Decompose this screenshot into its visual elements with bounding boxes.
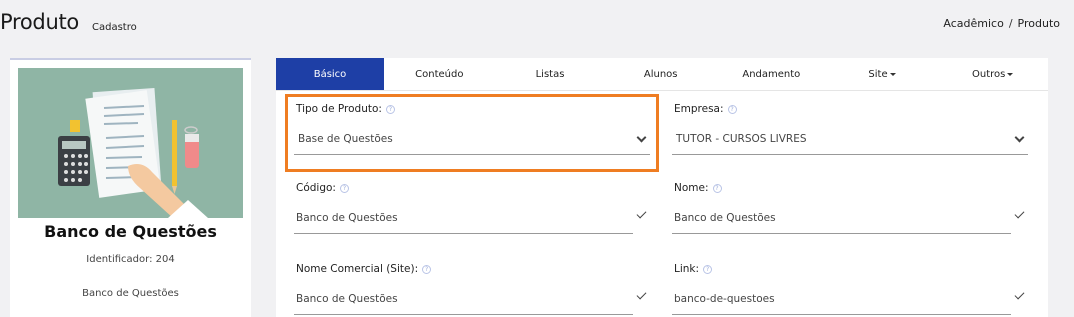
breadcrumb-academico[interactable]: Acadêmico — [943, 17, 1003, 30]
product-image — [18, 68, 243, 218]
tab-alunos[interactable]: Alunos — [605, 58, 716, 90]
tab-outros[interactable]: Outros — [937, 58, 1048, 90]
tab-label: Conteúdo — [415, 69, 464, 80]
help-icon[interactable]: ? — [703, 264, 713, 274]
caret-down-icon — [889, 72, 896, 76]
check-icon — [636, 208, 647, 219]
link-underline — [672, 314, 1011, 315]
tab-bar: Básico Conteúdo Listas Alunos Andamento … — [276, 58, 1048, 91]
form-panel: Básico Conteúdo Listas Alunos Andamento … — [276, 58, 1048, 317]
tab-label: Básico — [313, 69, 347, 80]
product-type-label: Banco de Questões — [82, 288, 179, 299]
page-subtitle: Cadastro — [92, 22, 137, 33]
tab-listas[interactable]: Listas — [495, 58, 606, 90]
nome-underline — [672, 233, 1011, 234]
caret-down-icon — [1007, 72, 1014, 76]
label-text: Código: — [296, 182, 336, 194]
help-icon[interactable]: ? — [727, 104, 737, 114]
highlight-box — [285, 94, 659, 172]
breadcrumb-separator: / — [1008, 17, 1013, 30]
tab-label: Site — [868, 69, 888, 80]
label-text: Nome Comercial (Site): — [296, 263, 419, 275]
tab-label: Outros — [972, 69, 1006, 80]
help-icon[interactable]: ? — [339, 183, 349, 193]
empresa-label: Empresa: ? — [674, 103, 737, 115]
nome-label: Nome: ? — [674, 182, 722, 194]
exam-illustration-icon — [58, 87, 208, 218]
tab-label: Andamento — [742, 69, 801, 80]
check-icon — [636, 289, 647, 300]
help-icon[interactable]: ? — [712, 183, 722, 193]
codigo-label: Código: ? — [296, 182, 349, 194]
nome-input[interactable]: Banco de Questões — [674, 212, 776, 224]
link-label: Link: ? — [674, 263, 713, 275]
product-card: Banco de Questões Identificador: 204 Ban… — [10, 58, 251, 317]
link-input[interactable]: banco-de-questoes — [674, 293, 775, 305]
nome-comercial-label: Nome Comercial (Site): ? — [296, 263, 432, 275]
nome-comercial-input[interactable]: Banco de Questões — [296, 293, 398, 305]
page-title: Produto — [0, 10, 79, 34]
label-text: Empresa: — [674, 103, 724, 115]
codigo-underline — [294, 233, 633, 234]
tab-andamento[interactable]: Andamento — [716, 58, 827, 90]
check-icon — [1014, 289, 1025, 300]
empresa-select[interactable]: TUTOR - CURSOS LIVRES — [676, 133, 807, 145]
chevron-down-icon[interactable] — [1014, 132, 1025, 143]
product-name: Banco de Questões — [44, 222, 217, 241]
tab-label: Listas — [535, 69, 565, 80]
nome-comercial-underline — [294, 314, 633, 315]
codigo-input[interactable]: Banco de Questões — [296, 212, 398, 224]
label-text: Nome: — [674, 182, 709, 194]
product-identifier: Identificador: 204 — [86, 254, 175, 265]
empresa-underline — [672, 154, 1028, 155]
tab-conteudo[interactable]: Conteúdo — [384, 58, 495, 90]
breadcrumb-produto: Produto — [1017, 17, 1060, 30]
tab-basico[interactable]: Básico — [276, 58, 384, 90]
tab-site[interactable]: Site — [827, 58, 938, 90]
tab-label: Alunos — [643, 69, 678, 80]
label-text: Link: — [674, 263, 700, 275]
help-icon[interactable]: ? — [422, 264, 432, 274]
check-icon — [1014, 208, 1025, 219]
breadcrumb: Acadêmico / Produto — [943, 17, 1060, 30]
